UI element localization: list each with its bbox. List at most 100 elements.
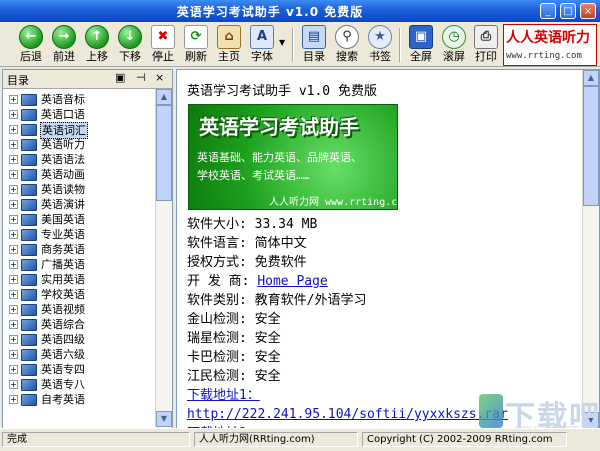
panel-dock-icon[interactable]: ▣ bbox=[115, 71, 125, 84]
book-icon bbox=[21, 274, 37, 286]
expand-plus-icon[interactable]: + bbox=[9, 320, 18, 329]
tree-item-label: 专业英语 bbox=[41, 228, 85, 241]
bookmark-button[interactable]: ★ 书签 bbox=[363, 24, 397, 64]
info-label: 卡巴检测: bbox=[187, 350, 247, 365]
scroll-thumb[interactable] bbox=[583, 86, 599, 206]
scroll-up-arrow-icon[interactable]: ▲ bbox=[156, 89, 172, 105]
info-label: 授权方式: bbox=[187, 255, 247, 270]
bookmark-label: 书签 bbox=[369, 50, 391, 63]
tree-item-label: 英语综合 bbox=[41, 318, 85, 331]
stop-label: 停止 bbox=[152, 50, 174, 63]
content-scrollbar[interactable]: ▲ ▼ bbox=[582, 70, 599, 428]
book-icon bbox=[21, 379, 37, 391]
info-row: 软件类别: 教育软件/外语学习 bbox=[187, 293, 366, 309]
expand-plus-icon[interactable]: + bbox=[9, 380, 18, 389]
forward-button[interactable]: → 前进 bbox=[47, 24, 81, 64]
stop-button[interactable]: ✖ 停止 bbox=[146, 24, 180, 64]
toolbar-separator bbox=[399, 28, 401, 62]
developer-homepage-link[interactable]: Home Page bbox=[257, 274, 327, 289]
book-icon bbox=[21, 289, 37, 301]
up-arrow-icon: ↑ bbox=[85, 25, 109, 49]
book-icon bbox=[21, 139, 37, 151]
expand-plus-icon[interactable]: + bbox=[9, 95, 18, 104]
info-label: 金山检测: bbox=[187, 312, 247, 327]
book-icon bbox=[21, 244, 37, 256]
move-down-label: 下移 bbox=[119, 50, 141, 63]
scroll-down-arrow-icon[interactable]: ▼ bbox=[156, 411, 172, 427]
expand-plus-icon[interactable]: + bbox=[9, 245, 18, 254]
fullscreen-button[interactable]: ▣ 全屏 bbox=[404, 24, 438, 64]
contents-panel: 目录 ▣ ⊣ × + 英语音标 + 英语口语 + 英语词汇 + 英语听力 + 英语语法 + 英语动画 +… bbox=[2, 69, 173, 429]
home-button[interactable]: ⌂ 主页 bbox=[212, 24, 246, 64]
expand-plus-icon[interactable]: + bbox=[9, 305, 18, 314]
expand-plus-icon[interactable]: + bbox=[9, 155, 18, 164]
close-button[interactable]: × bbox=[580, 3, 596, 19]
move-up-button[interactable]: ↑ 上移 bbox=[80, 24, 114, 64]
logo-text: 人人英语听力 bbox=[506, 30, 590, 46]
scroll-up-arrow-icon[interactable]: ▲ bbox=[583, 70, 599, 86]
watermark: 下载吧 www.xiazaiba.com bbox=[475, 392, 600, 435]
content-pane: 英语学习考试助手 v1.0 免费版 英语学习考试助手 英语基础、能力英语、品牌英… bbox=[176, 69, 600, 429]
banner-subtitle: 英语基础、能力英语、品牌英语、 学校英语、考试英语…… bbox=[197, 149, 362, 185]
bookmark-star-icon: ★ bbox=[368, 25, 392, 49]
expand-plus-icon[interactable]: + bbox=[9, 110, 18, 119]
expand-plus-icon[interactable]: + bbox=[9, 395, 18, 404]
info-value: 教育软件/外语学习 bbox=[254, 293, 367, 308]
expand-plus-icon[interactable]: + bbox=[9, 335, 18, 344]
tree-item-label: 学校英语 bbox=[41, 288, 85, 301]
maximize-button[interactable]: □ bbox=[560, 3, 576, 19]
search-button[interactable]: ⚲ 搜索 bbox=[330, 24, 364, 64]
move-down-button[interactable]: ↓ 下移 bbox=[113, 24, 147, 64]
tree-item-label: 英语专八 bbox=[41, 378, 85, 391]
info-value: 安全 bbox=[254, 369, 281, 384]
contents-button[interactable]: ▤ 目录 bbox=[297, 24, 331, 64]
brand-logo[interactable]: 人人英语听力 www.rrting.com bbox=[503, 24, 597, 66]
expand-plus-icon[interactable]: + bbox=[9, 185, 18, 194]
search-icon: ⚲ bbox=[335, 25, 359, 49]
print-button[interactable]: ⎙ 打印 bbox=[469, 24, 503, 64]
toolbar: ← 后退 → 前进 ↑ 上移 ↓ 下移 ✖ 停止 ⟳ 刷新 ⌂ 主页 A 字体 … bbox=[0, 22, 600, 67]
font-button[interactable]: A 字体 bbox=[245, 24, 279, 64]
banner-title: 英语学习考试助手 bbox=[199, 115, 359, 139]
toolbar-separator bbox=[292, 28, 294, 62]
expand-plus-icon[interactable]: + bbox=[9, 170, 18, 179]
back-button[interactable]: ← 后退 bbox=[14, 24, 48, 64]
contents-scrollbar[interactable]: ▲ ▼ bbox=[155, 89, 172, 427]
book-icon bbox=[21, 304, 37, 316]
panel-pin-icon[interactable]: ⊣ bbox=[136, 71, 146, 84]
expand-plus-icon[interactable]: + bbox=[9, 290, 18, 299]
refresh-button[interactable]: ⟳ 刷新 bbox=[179, 24, 213, 64]
font-icon: A bbox=[250, 25, 274, 49]
expand-plus-icon[interactable]: + bbox=[9, 230, 18, 239]
autoscroll-button[interactable]: ◷ 滚屏 bbox=[437, 24, 471, 64]
scroll-thumb[interactable] bbox=[156, 105, 172, 201]
expand-plus-icon[interactable]: + bbox=[9, 260, 18, 269]
expand-plus-icon[interactable]: + bbox=[9, 215, 18, 224]
down-arrow-icon: ↓ bbox=[118, 25, 142, 49]
minimize-button[interactable]: _ bbox=[540, 3, 556, 19]
contents-panel-header: 目录 ▣ ⊣ × bbox=[3, 70, 172, 89]
logo-url: www.rrting.com bbox=[506, 51, 582, 61]
refresh-label: 刷新 bbox=[185, 50, 207, 63]
download-1-label[interactable]: 下载地址1： bbox=[187, 388, 260, 403]
book-icon bbox=[21, 124, 37, 136]
download-1-row: 下载地址1： bbox=[187, 388, 260, 404]
expand-plus-icon[interactable]: + bbox=[9, 350, 18, 359]
expand-plus-icon[interactable]: + bbox=[9, 140, 18, 149]
book-icon bbox=[21, 319, 37, 331]
info-value: 安全 bbox=[254, 331, 281, 346]
home-label: 主页 bbox=[218, 50, 240, 63]
download-1-link[interactable]: http://222.241.95.104/softii/yyxxkszs.ra… bbox=[187, 407, 508, 422]
expand-plus-icon[interactable]: + bbox=[9, 200, 18, 209]
expand-plus-icon[interactable]: + bbox=[9, 275, 18, 284]
panel-close-icon[interactable]: × bbox=[155, 71, 164, 84]
info-value: 安全 bbox=[254, 350, 281, 365]
font-dropdown-arrow-icon[interactable]: ▼ bbox=[279, 38, 285, 47]
autoscroll-label: 滚屏 bbox=[443, 50, 465, 63]
expand-plus-icon[interactable]: + bbox=[9, 125, 18, 134]
tree-item-label: 英语专四 bbox=[41, 363, 85, 376]
tree-item-label: 英语视频 bbox=[41, 303, 85, 316]
book-icon bbox=[21, 154, 37, 166]
expand-plus-icon[interactable]: + bbox=[9, 365, 18, 374]
scroll-clock-icon: ◷ bbox=[442, 25, 466, 49]
